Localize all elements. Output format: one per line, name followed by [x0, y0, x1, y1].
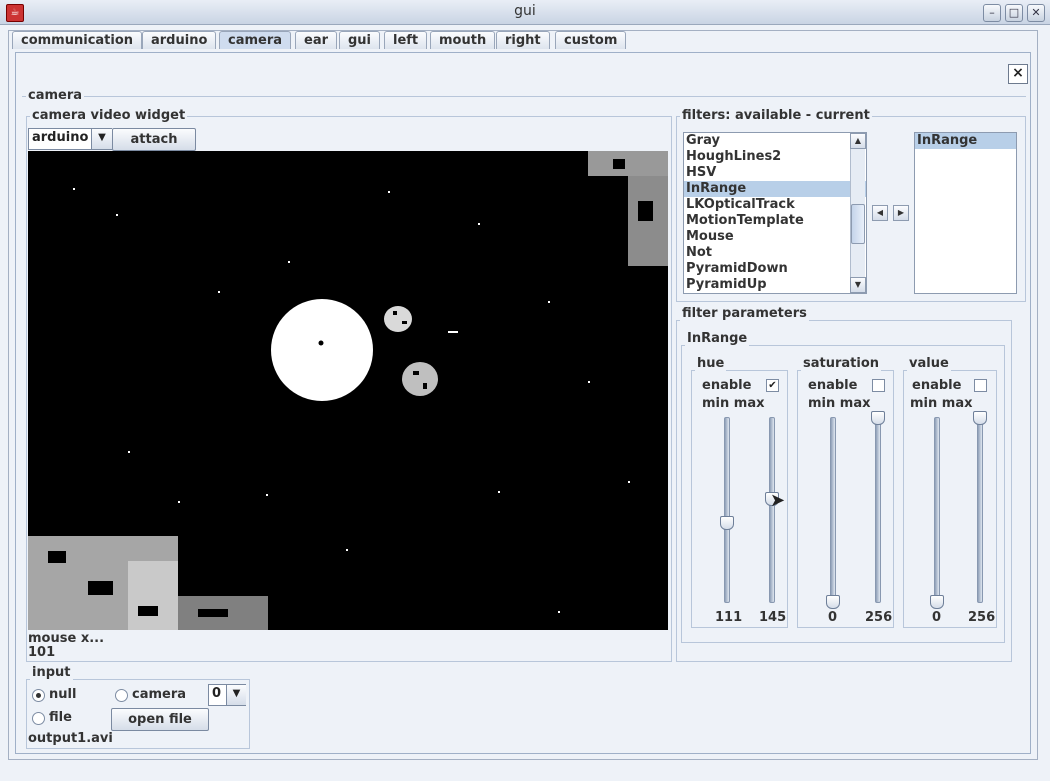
source-select[interactable]: arduino ▼ [28, 128, 112, 150]
file-radio[interactable] [32, 712, 45, 725]
open-file-button[interactable]: open file [111, 708, 209, 731]
value-min-slider-thumb[interactable] [930, 595, 944, 609]
saturation-minmax-label: min max [808, 396, 871, 411]
list-item[interactable]: InRange [915, 133, 1016, 149]
tab-communication[interactable]: communication [12, 31, 143, 49]
saturation-group-title: saturation [801, 356, 882, 371]
camera-radio[interactable] [115, 689, 128, 702]
value-group-title: value [907, 356, 951, 371]
scroll-thumb[interactable] [851, 204, 865, 244]
tab-camera[interactable]: camera [219, 31, 292, 49]
arrow-right-icon[interactable]: ▶ [893, 205, 909, 221]
saturation-max-slider-thumb[interactable] [871, 411, 885, 425]
list-item[interactable]: InRange [684, 181, 866, 197]
chevron-down-icon[interactable]: ▼ [91, 129, 112, 149]
list-item[interactable]: PyramidDown [684, 261, 866, 277]
saturation-max-slider[interactable] [875, 417, 881, 603]
camera-radio-label: camera [132, 687, 187, 702]
list-item[interactable]: HoughLines2 [684, 149, 866, 165]
saturation-min-slider-thumb[interactable] [826, 595, 840, 609]
list-item[interactable]: Gray [684, 133, 866, 149]
list-item[interactable]: PyramidUp [684, 277, 866, 293]
tab-right[interactable]: right [496, 31, 550, 49]
value-max-value: 256 [968, 610, 996, 625]
hue-enable-label: enable [702, 378, 752, 393]
available-filters-list[interactable]: Gray HoughLines2 HSV InRange LKOpticalTr… [683, 132, 867, 294]
value-minmax-label: min max [910, 396, 973, 411]
filter-parameters-title: filter parameters [680, 306, 809, 321]
minimize-icon[interactable]: – [983, 4, 1001, 22]
tab-arduino[interactable]: arduino [142, 31, 217, 49]
value-enable-checkbox[interactable] [974, 379, 987, 392]
hue-min-slider[interactable] [724, 417, 730, 603]
video-display[interactable] [28, 151, 668, 630]
close-window-icon[interactable]: ✕ [1027, 4, 1045, 22]
camera-index-select[interactable]: 0 ▼ [208, 684, 246, 706]
current-filters-list[interactable]: InRange [914, 132, 1017, 294]
saturation-enable-checkbox[interactable] [872, 379, 885, 392]
chevron-down-icon[interactable]: ▼ [226, 685, 246, 705]
hue-minmax-label: min max [702, 396, 765, 411]
hue-group-title: hue [695, 356, 727, 371]
list-item[interactable]: HSV [684, 165, 866, 181]
hue-max-value: 145 [759, 610, 787, 625]
filters-group-title: filters: available - current [680, 108, 872, 123]
source-select-value: arduino [32, 130, 89, 145]
mouse-cursor-icon: ➤ [770, 490, 786, 511]
video-frame-image [28, 151, 668, 630]
tab-custom[interactable]: custom [555, 31, 627, 49]
value-enable-label: enable [912, 378, 962, 393]
saturation-enable-label: enable [808, 378, 858, 393]
value-max-slider-thumb[interactable] [973, 411, 987, 425]
list-item[interactable]: Mouse [684, 229, 866, 245]
filename-label: output1.avi [28, 731, 113, 746]
video-widget-title: camera video widget [30, 108, 188, 123]
input-group-title: input [30, 665, 73, 680]
scroll-down-icon[interactable]: ▼ [850, 277, 866, 293]
file-radio-label: file [49, 710, 72, 725]
tab-mouth[interactable]: mouth [430, 31, 496, 49]
value-max-slider[interactable] [977, 417, 983, 603]
mouse-label: mouse x... [28, 631, 105, 646]
list-item[interactable]: MotionTemplate [684, 213, 866, 229]
tab-ear[interactable]: ear [295, 31, 338, 49]
mouse-value: 101 [28, 645, 56, 660]
value-min-value: 0 [932, 610, 942, 625]
tab-left[interactable]: left [384, 31, 428, 49]
tab-gui[interactable]: gui [339, 31, 381, 49]
list-item[interactable]: LKOpticalTrack [684, 197, 866, 213]
arrow-left-icon[interactable]: ◀ [872, 205, 888, 221]
null-radio-label: null [49, 687, 77, 702]
saturation-min-slider[interactable] [830, 417, 836, 603]
window-title: gui [514, 3, 536, 19]
maximize-icon[interactable]: □ [1005, 4, 1023, 22]
list-item[interactable]: Not [684, 245, 866, 261]
saturation-min-value: 0 [828, 610, 838, 625]
hue-min-value: 111 [715, 610, 743, 625]
value-min-slider[interactable] [934, 417, 940, 603]
scroll-up-icon[interactable]: ▲ [850, 133, 866, 149]
inrange-group-title: InRange [685, 331, 750, 346]
attach-button[interactable]: attach [112, 128, 196, 151]
saturation-max-value: 256 [865, 610, 893, 625]
hue-enable-checkbox[interactable]: ✔ [766, 379, 779, 392]
camera-index-value: 0 [212, 686, 222, 701]
close-tab-icon[interactable]: × [1008, 64, 1028, 84]
null-radio[interactable] [32, 689, 45, 702]
camera-group-title: camera [26, 88, 85, 103]
hue-min-slider-thumb[interactable] [720, 515, 734, 530]
